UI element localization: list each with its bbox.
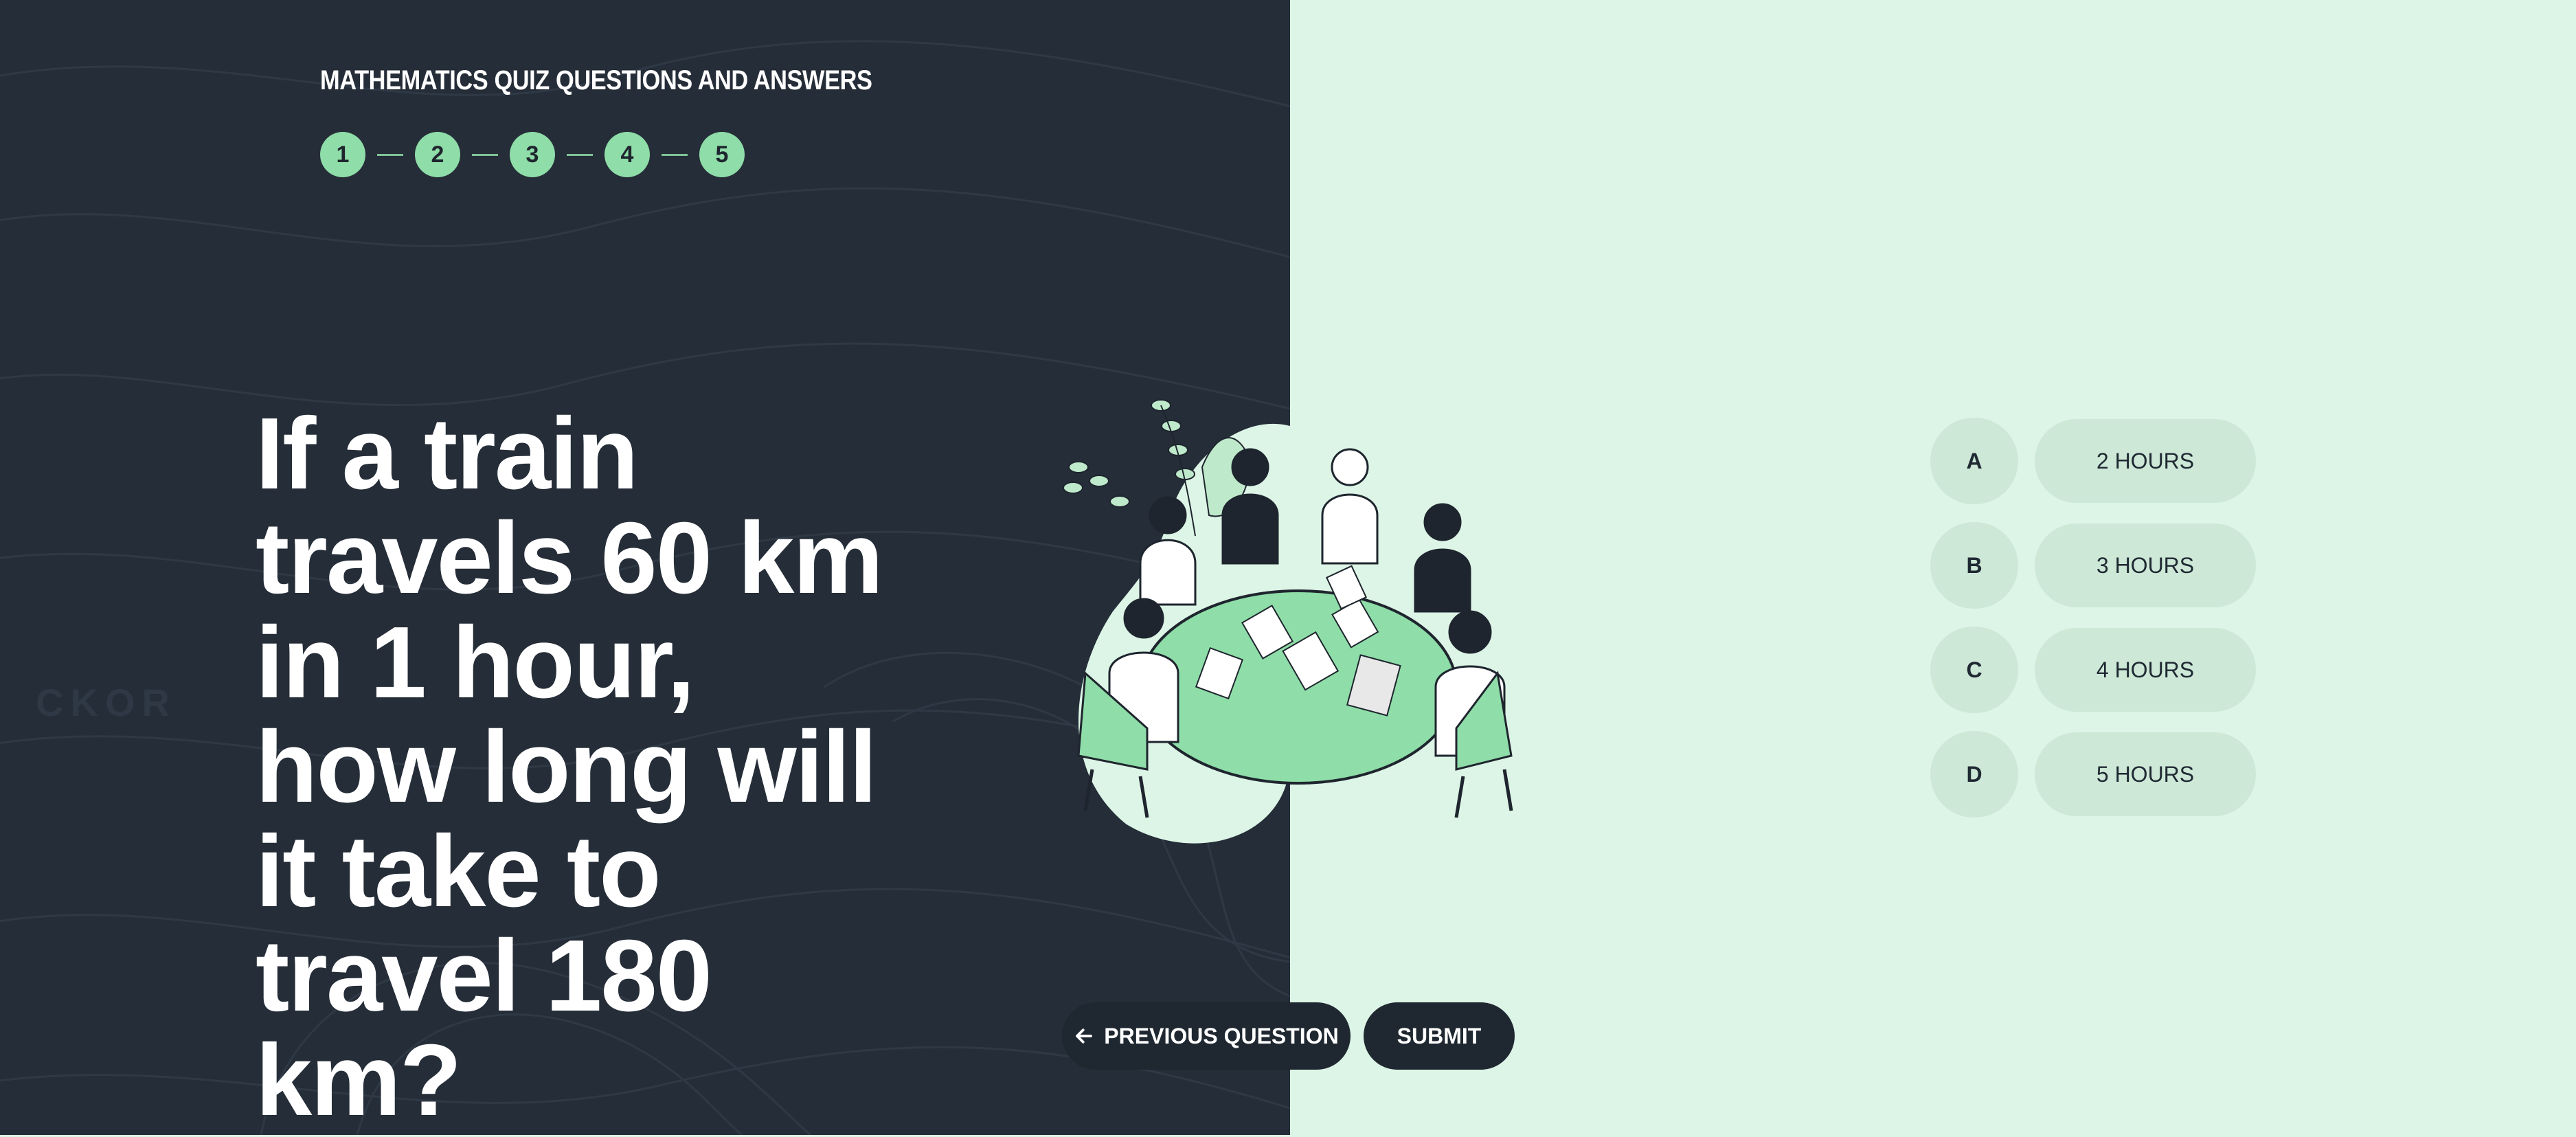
team-meeting-illustration	[1063, 399, 1513, 844]
option-a[interactable]: A 2 HOURS	[1930, 418, 2256, 504]
option-letter[interactable]: A	[1930, 418, 2018, 504]
answer-options: A 2 HOURS B 3 HOURS C 4 HOURS D 5 HOURS	[1930, 418, 2256, 835]
arrow-left-icon	[1076, 1028, 1093, 1044]
option-label[interactable]: 5 HOURS	[2035, 732, 2256, 816]
step-connector	[472, 153, 498, 156]
step-4[interactable]: 4	[605, 132, 650, 177]
option-label[interactable]: 4 HOURS	[2035, 628, 2256, 712]
previous-question-button[interactable]: PREVIOUS QUESTION	[1062, 1002, 1351, 1070]
step-3[interactable]: 3	[510, 132, 555, 177]
background-watermark: CKOR	[36, 681, 177, 724]
submit-label: SUBMIT	[1397, 1023, 1482, 1048]
step-connector	[377, 153, 403, 156]
option-letter[interactable]: D	[1930, 731, 2018, 818]
option-letter[interactable]: B	[1930, 522, 2018, 609]
step-connector	[567, 153, 593, 156]
quiz-title: MATHEMATICS QUIZ QUESTIONS AND ANSWERS	[320, 65, 872, 95]
step-1[interactable]: 1	[320, 132, 365, 177]
option-c[interactable]: C 4 HOURS	[1930, 627, 2256, 713]
step-5[interactable]: 5	[699, 132, 745, 177]
step-2[interactable]: 2	[415, 132, 460, 177]
submit-button[interactable]: SUBMIT	[1364, 1002, 1515, 1070]
option-b[interactable]: B 3 HOURS	[1930, 522, 2256, 609]
step-connector	[662, 153, 688, 156]
option-label[interactable]: 2 HOURS	[2035, 419, 2256, 503]
option-label[interactable]: 3 HOURS	[2035, 524, 2256, 607]
option-letter[interactable]: C	[1930, 627, 2018, 713]
previous-question-label: PREVIOUS QUESTION	[1104, 1023, 1339, 1048]
question-text: If a train travels 60 km in 1 hour, how …	[256, 397, 883, 1137]
option-d[interactable]: D 5 HOURS	[1930, 731, 2256, 818]
question-stepper: 1 2 3 4 5	[320, 132, 745, 177]
